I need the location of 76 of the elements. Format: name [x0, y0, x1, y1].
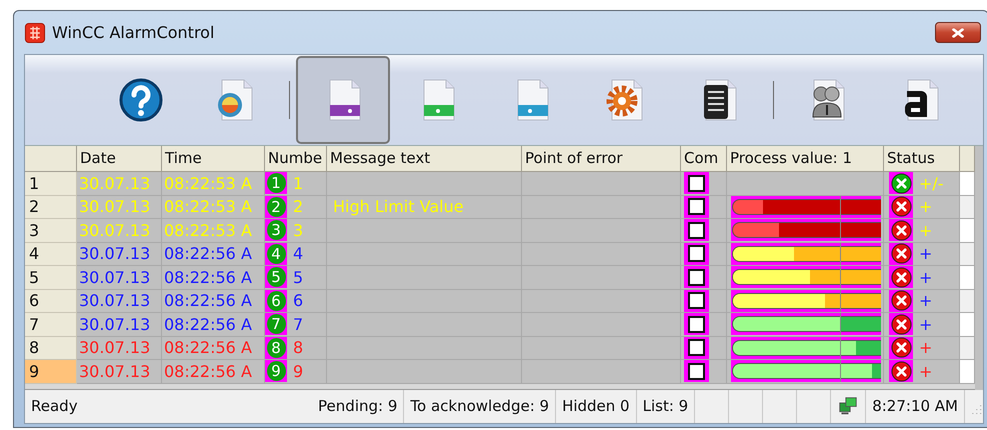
- status-text: +: [919, 244, 932, 264]
- row-header[interactable]: 3: [25, 219, 77, 242]
- comment-checkbox[interactable]: [684, 266, 709, 288]
- network-icon: [837, 396, 860, 416]
- column-header: [25, 146, 77, 172]
- number-cell: 2: [293, 197, 304, 216]
- number-badge: 1: [266, 173, 286, 194]
- number-cell: 6: [293, 291, 304, 310]
- row-header[interactable]: 6: [25, 290, 77, 313]
- row-header[interactable]: 4: [25, 242, 77, 266]
- number-badge: 6: [266, 290, 286, 311]
- acknowledge-count: To acknowledge: 9: [410, 397, 550, 415]
- status-text: +: [919, 220, 932, 240]
- date-cell: 30.07.13: [77, 172, 162, 196]
- date-cell: 30.07.13: [77, 242, 162, 266]
- pending-count: Pending: 9: [318, 397, 398, 415]
- number-cell: 3: [293, 220, 304, 240]
- date-cell: 30.07.13: [77, 219, 162, 242]
- hidden-count: Hidden 0: [562, 397, 630, 415]
- comment-header[interactable]: Com: [681, 146, 727, 172]
- number-cell: 7: [293, 314, 304, 334]
- date-cell: 30.07.13: [77, 313, 162, 336]
- comment-checkbox[interactable]: [684, 196, 709, 218]
- row-header[interactable]: 2: [25, 196, 77, 219]
- status-text: +: [919, 268, 932, 287]
- point-of-error-header[interactable]: Point of error: [522, 146, 681, 172]
- number-badge: 4: [266, 244, 286, 264]
- message-text: High Limit Value: [332, 197, 464, 216]
- row-header[interactable]: 1: [25, 172, 77, 196]
- comment-checkbox[interactable]: [684, 336, 709, 359]
- row-header[interactable]: 8: [25, 336, 77, 360]
- process-value-header[interactable]: Process value: 1: [727, 146, 884, 172]
- number-cell: 4: [293, 244, 304, 264]
- comment-checkbox[interactable]: [684, 172, 709, 194]
- row-header[interactable]: 9: [25, 360, 77, 384]
- status-text: +: [919, 291, 932, 310]
- date-cell: 30.07.13: [77, 290, 162, 313]
- status-text: +: [919, 338, 932, 358]
- number-badge: 3: [266, 220, 286, 240]
- number-header[interactable]: Numbe: [265, 146, 327, 172]
- comment-checkbox[interactable]: [684, 242, 709, 265]
- number-badge: 8: [266, 338, 286, 358]
- close-button[interactable]: [935, 22, 981, 43]
- comment-checkbox[interactable]: [684, 360, 709, 382]
- comment-checkbox[interactable]: [684, 219, 709, 242]
- close-icon: [949, 26, 967, 40]
- status-text: +: [919, 314, 932, 334]
- status-header[interactable]: Status: [884, 146, 960, 172]
- window-title: WinCC AlarmControl: [52, 23, 216, 42]
- comment-checkbox[interactable]: [684, 313, 709, 336]
- comment-checkbox[interactable]: [684, 290, 709, 312]
- number-cell: 5: [293, 268, 304, 287]
- column-header: [960, 146, 975, 172]
- date-header[interactable]: Date: [77, 146, 162, 172]
- number-badge: 5: [266, 267, 286, 288]
- date-cell: 30.07.13: [77, 196, 162, 219]
- row-header[interactable]: 5: [25, 266, 77, 290]
- clock-text: 8:27:10 AM: [872, 397, 958, 415]
- number-badge: 9: [266, 361, 286, 382]
- list-count: List: 9: [642, 397, 688, 415]
- status-text: +: [919, 197, 932, 216]
- time-header[interactable]: Time: [162, 146, 265, 172]
- number-cell: 9: [293, 362, 304, 381]
- number-badge: 7: [266, 314, 286, 334]
- date-cell: 30.07.13: [77, 336, 162, 360]
- app-icon: [24, 22, 46, 44]
- number-cell: 1: [293, 174, 304, 193]
- number-badge: 2: [266, 196, 286, 217]
- row-header[interactable]: 7: [25, 313, 77, 336]
- status-text: +: [919, 362, 932, 381]
- help-icon: [118, 77, 164, 123]
- status-text: +/-: [919, 174, 944, 193]
- message-header[interactable]: Message text: [327, 146, 522, 172]
- date-cell: 30.07.13: [77, 266, 162, 290]
- number-cell: 8: [293, 338, 304, 358]
- status-text: Ready: [31, 397, 78, 415]
